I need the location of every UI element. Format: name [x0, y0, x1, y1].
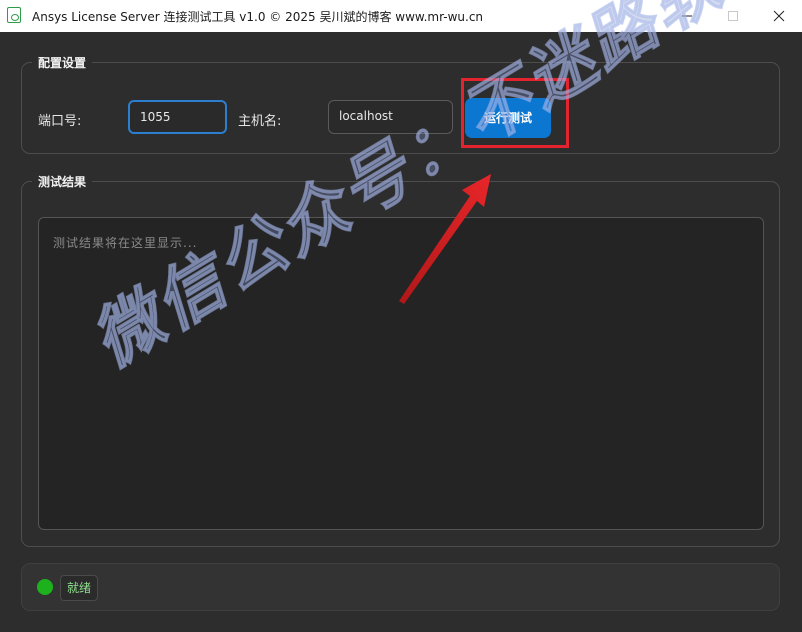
- highlight-box: [461, 78, 569, 148]
- close-icon: [773, 10, 785, 22]
- config-group-title: 配置设置: [32, 54, 93, 71]
- status-indicator-icon: [37, 579, 53, 595]
- minimize-icon: [682, 15, 692, 17]
- results-placeholder: 测试结果将在这里显示...: [53, 236, 198, 250]
- port-label: 端口号:: [38, 114, 82, 129]
- maximize-button[interactable]: [710, 0, 756, 32]
- host-input[interactable]: localhost: [328, 100, 453, 134]
- results-textarea[interactable]: 测试结果将在这里显示...: [38, 217, 764, 530]
- app-window: Ansys License Server 连接测试工具 v1.0 © 2025 …: [0, 0, 802, 632]
- title-bar[interactable]: Ansys License Server 连接测试工具 v1.0 © 2025 …: [0, 0, 802, 32]
- port-input[interactable]: 1055: [128, 100, 227, 134]
- results-group-title: 测试结果: [32, 173, 93, 190]
- status-text: 就绪: [60, 575, 99, 601]
- host-label: 主机名:: [238, 114, 282, 129]
- status-bar: [21, 563, 780, 611]
- close-button[interactable]: [756, 0, 802, 32]
- window-title: Ansys License Server 连接测试工具 v1.0 © 2025 …: [32, 10, 484, 24]
- app-icon: [7, 7, 21, 23]
- minimize-button[interactable]: [664, 0, 710, 32]
- maximize-icon: [728, 11, 738, 21]
